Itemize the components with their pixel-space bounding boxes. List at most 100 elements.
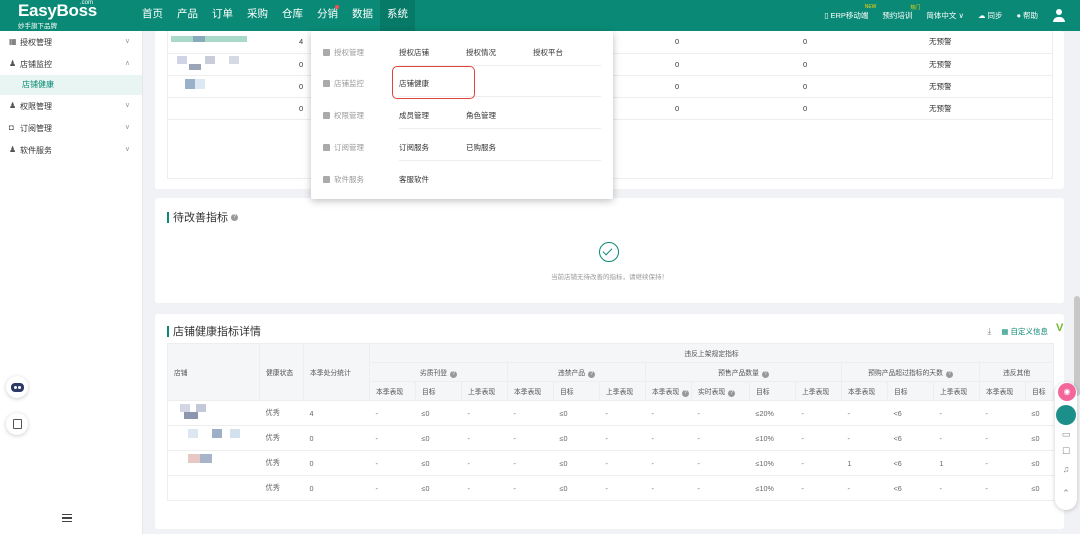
user-icon[interactable] (1052, 8, 1066, 23)
sync-button[interactable]: ☁ 同步 (978, 10, 1003, 21)
nav-distribution-label: 分销 (317, 8, 338, 20)
question-icon[interactable]: ? (761, 370, 769, 378)
page-scrollbar[interactable] (1074, 296, 1080, 396)
shop-thumb (167, 475, 260, 501)
question-icon[interactable]: ? (945, 370, 953, 378)
metric-cell: 1 (841, 450, 888, 476)
help-button[interactable]: ● 帮助 (1016, 10, 1038, 21)
ai-assistant-icon[interactable] (6, 376, 28, 398)
dropdown-row-permission: 权限管理 成员管理 角色管理 (311, 98, 613, 129)
collapse-menu-icon[interactable] (62, 514, 72, 522)
blurred-shop-image (171, 35, 247, 46)
download-icon[interactable]: ⤓ (987, 326, 991, 337)
header-label: 预售产品数量 (718, 369, 759, 377)
nav-purchasing[interactable]: 采购 (240, 0, 275, 31)
col-label: 实时表现 (698, 388, 726, 396)
menu-item-roles[interactable]: 角色管理 (466, 110, 496, 121)
metric-cell: ≤0 (1025, 475, 1054, 501)
metric-cell: 1 (933, 450, 980, 476)
question-icon[interactable]: ? (682, 389, 690, 397)
table-row: 优秀 0- ≤0- - ≤0- - - ≤10% - - <6- - ≤0 (167, 425, 1054, 451)
erp-mobile-label: ERP移动端 (830, 11, 869, 20)
language-select[interactable]: 简体中文 ∨ (926, 10, 964, 21)
value-cell: 0 (671, 97, 799, 120)
metric-cell: ≤20% (749, 400, 796, 426)
brand-slogan: 妙手旗下品牌 (18, 23, 57, 30)
sidebar-item-label: 订阅管理 (20, 123, 52, 133)
shop-thumb (167, 31, 295, 54)
menu-item-subscribe-service[interactable]: 订阅服务 (399, 142, 429, 153)
shop-thumb (167, 75, 295, 98)
vendor-logo-icon[interactable]: V (1056, 322, 1063, 334)
col-header: 目标 (415, 381, 462, 401)
dropdown-category: 店铺监控 (323, 78, 364, 89)
menu-item-auth-platform[interactable]: 授权平台 (533, 47, 563, 58)
collapse-up-icon[interactable]: ⌃ (1060, 487, 1072, 499)
metric-cell: - (979, 400, 1026, 426)
sidebar-item-software[interactable]: ♟ 软件服务 ∨ (0, 139, 142, 161)
divider (399, 128, 601, 129)
metric-cell: - (461, 425, 508, 451)
col-header: 目标 (1024, 381, 1055, 401)
phone-icon[interactable]: ▭ (1060, 428, 1072, 440)
header-shop: 店铺 (167, 343, 260, 401)
question-icon[interactable]: ? (728, 389, 736, 397)
nav-system[interactable]: 系统 (380, 0, 415, 31)
sidebar-item-auth[interactable]: ▦ 授权管理 ∨ (0, 31, 142, 53)
question-icon[interactable]: ? (450, 370, 458, 378)
chevron-down-icon: ∨ (124, 146, 130, 153)
custom-info-button[interactable]: ▦ 自定义信息 (1001, 326, 1048, 337)
question-icon[interactable]: ? (588, 370, 596, 378)
health-detail-card: 店铺健康指标详情 ⤓ ▦ 自定义信息 店铺 健康状态 本季处分统计 违反上架规定… (155, 314, 1064, 529)
menu-item-purchased[interactable]: 已购服务 (466, 142, 496, 153)
metric-cell: - (795, 425, 842, 451)
metric-cell: - (599, 400, 646, 426)
nav-products[interactable]: 产品 (170, 0, 205, 31)
health-status-cell: 优秀 (259, 400, 304, 426)
erp-mobile-link[interactable]: ▯ ERP移动端 NEW (824, 4, 876, 21)
metric-cell: - (645, 425, 692, 451)
menu-item-auth-shop[interactable]: 授权店铺 (399, 47, 429, 58)
headset-icon[interactable]: ♫ (1060, 463, 1072, 475)
brand-logo[interactable]: EasyBoss .com 妙手旗下品牌 (0, 0, 135, 31)
col-header: 目标 (553, 381, 600, 401)
support-avatar-icon[interactable] (1056, 405, 1076, 425)
sidebar-item-shop-monitor[interactable]: ♟ 店铺监控 ∧ (0, 53, 142, 75)
calculator-icon[interactable] (6, 413, 28, 435)
main-nav: 首页 产品 订单 采购 仓库 分销 数据 系统 (135, 0, 415, 31)
nav-warehouse[interactable]: 仓库 (275, 0, 310, 31)
blurred-shop-image (171, 56, 243, 70)
menu-item-members[interactable]: 成员管理 (399, 110, 429, 121)
chevron-down-icon: ∨ (124, 124, 130, 131)
shop-thumb (167, 53, 295, 76)
metric-cell: ≤10% (749, 425, 796, 451)
metric-cell: - (933, 400, 980, 426)
shop-thumb (167, 400, 260, 426)
message-icon[interactable]: ☐ (1060, 445, 1072, 457)
menu-item-cs-software[interactable]: 客服软件 (399, 174, 429, 185)
menu-item-auth-status[interactable]: 授权情况 (466, 47, 496, 58)
nav-orders[interactable]: 订单 (205, 0, 240, 31)
metric-cell: - (979, 425, 1026, 451)
metric-cell: ≤0 (553, 450, 600, 476)
value-cell: 0 (799, 53, 925, 76)
blurred-shop-image (174, 454, 244, 470)
grid-icon: ▦ (9, 37, 17, 46)
nav-home[interactable]: 首页 (135, 0, 170, 31)
training-link[interactable]: 预约培训 热门 (882, 5, 920, 21)
value-cell: 0 (799, 97, 925, 120)
header-other: 违反其他 (978, 362, 1055, 382)
nav-data[interactable]: 数据 (345, 0, 380, 31)
nav-distribution[interactable]: 分销 (310, 0, 345, 31)
dropdown-row-auth: 授权管理 授权店铺 授权情况 授权平台 (311, 35, 613, 66)
sidebar-item-permission[interactable]: ♟ 权限管理 ∨ (0, 95, 142, 117)
question-icon[interactable]: ? (231, 213, 238, 221)
warning-cell: 无预警 (925, 75, 1053, 98)
blurred-shop-image (174, 404, 244, 420)
header-preorder-days: 预购产品超过指标的天数? (841, 362, 980, 382)
metric-cell: <6 (887, 425, 934, 451)
sidebar-item-subscription[interactable]: ◘ 订阅管理 ∨ (0, 117, 142, 139)
chat-bubble-icon[interactable]: ◉ (1058, 383, 1076, 401)
sidebar-subitem-shop-health[interactable]: 店铺健康 (0, 75, 142, 95)
penalty-count-cell: 0 (303, 425, 370, 451)
